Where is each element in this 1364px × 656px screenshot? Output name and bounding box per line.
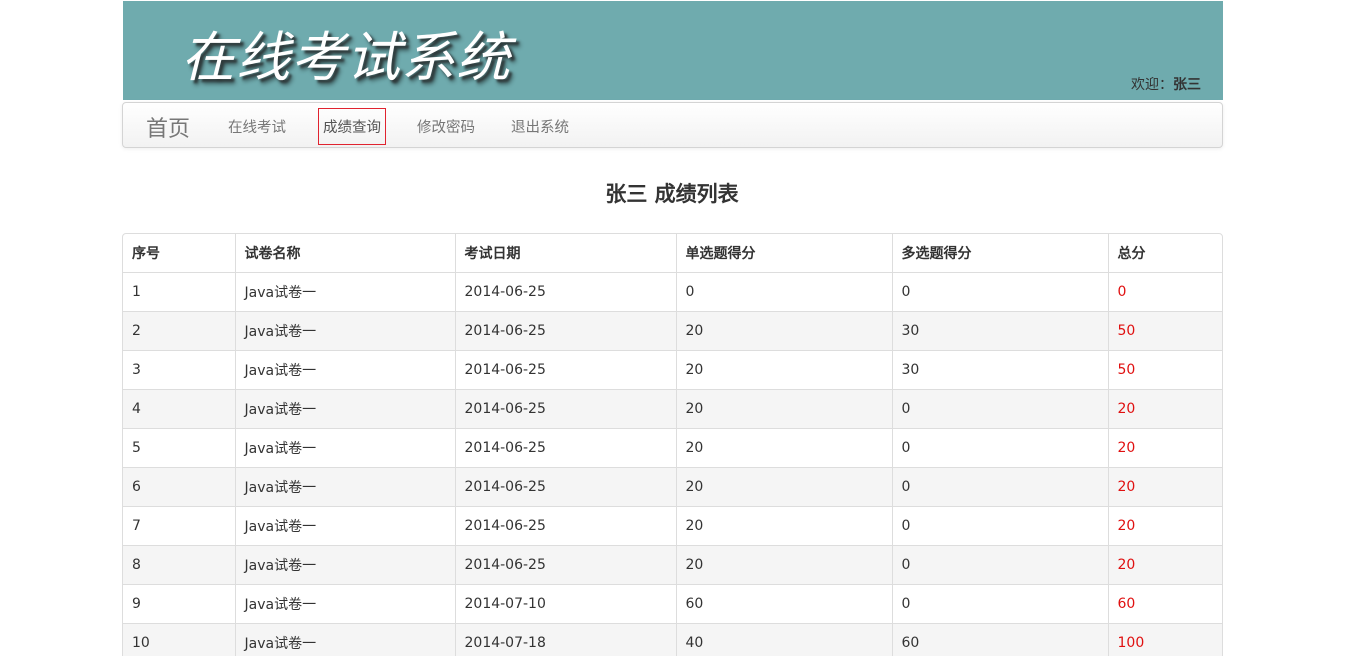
page-title: 张三 成绩列表 bbox=[605, 182, 739, 206]
col-exam-date-cell: 2014-06-25 bbox=[454, 545, 676, 585]
col-single-choice-score-cell: 20 bbox=[675, 350, 892, 390]
col-multi-choice-score-cell: 30 bbox=[891, 350, 1108, 390]
col-total-score-cell: 20 bbox=[1107, 389, 1222, 429]
col-single-choice-score-cell: 20 bbox=[675, 545, 892, 585]
app-title: 在线考试系统 bbox=[181, 26, 511, 89]
col-index-cell: 9 bbox=[123, 584, 235, 624]
col-exam-date-cell: 2014-06-25 bbox=[454, 428, 676, 468]
col-paper-name-cell: Java试卷一 bbox=[234, 467, 455, 507]
col-multi-choice-score-cell: 0 bbox=[891, 467, 1108, 507]
col-multi-choice-score-cell: 0 bbox=[891, 428, 1108, 468]
nav-change-password[interactable]: 修改密码 bbox=[417, 116, 475, 137]
navbar: 首页 在线考试 成绩查询 修改密码 退出系统 bbox=[122, 102, 1223, 148]
col-total-score-cell: 100 bbox=[1107, 623, 1222, 656]
col-paper-name-cell: Java试卷一 bbox=[234, 506, 455, 546]
table-header-row: 序号 试卷名称 考试日期 单选题得分 多选题得分 总分 bbox=[123, 234, 1222, 273]
col-index-cell: 7 bbox=[123, 506, 235, 546]
col-single-choice-score-cell: 20 bbox=[675, 467, 892, 507]
col-paper-name-cell: Java试卷一 bbox=[234, 272, 455, 312]
col-paper-name-header: 试卷名称 bbox=[234, 234, 455, 273]
col-single-choice-score-cell: 20 bbox=[675, 311, 892, 351]
table-body: 1 Java试卷一 2014-06-25 0 0 0 2 Java试卷一 2014-06-25 2… bbox=[123, 272, 1222, 656]
col-index-header: 序号 bbox=[132, 246, 160, 262]
col-multi-choice-score-cell: 0 bbox=[891, 389, 1108, 429]
col-exam-date-cell: 2014-06-25 bbox=[454, 389, 676, 429]
col-multi-choice-score-cell: 0 bbox=[891, 506, 1108, 546]
col-paper-name-cell: Java试卷一 bbox=[234, 389, 455, 429]
table-row: 8 Java试卷一 2014-06-25 20 0 20 bbox=[123, 545, 1222, 585]
col-exam-date-header: 考试日期 bbox=[454, 234, 676, 273]
page: 在线考试系统 欢迎：张三 首页 在线考试 成绩查询 修改密码 退出系统 张三 成… bbox=[0, 0, 1364, 656]
col-single-choice-score-cell: 0 bbox=[675, 272, 892, 312]
col-paper-name-cell: Java试卷一 bbox=[234, 311, 455, 351]
col-single-choice-score-cell: 60 bbox=[675, 584, 892, 624]
table-row: 9 Java试卷一 2014-07-10 60 0 60 bbox=[123, 584, 1222, 624]
col-multi-choice-score-cell: 0 bbox=[891, 584, 1108, 624]
col-single-choice-score-header: 单选题得分 bbox=[675, 234, 892, 273]
col-exam-date-cell: 2014-06-25 bbox=[454, 506, 676, 546]
col-total-score-cell: 20 bbox=[1107, 545, 1222, 585]
header-banner: 在线考试系统 欢迎：张三 bbox=[123, 1, 1223, 100]
col-exam-date-cell: 2014-07-18 bbox=[454, 623, 676, 656]
col-total-score-cell: 20 bbox=[1107, 506, 1222, 546]
table-row: 5 Java试卷一 2014-06-25 20 0 20 bbox=[123, 428, 1222, 468]
table-row: 2 Java试卷一 2014-06-25 20 30 50 bbox=[123, 311, 1222, 351]
col-multi-choice-score-cell: 0 bbox=[891, 272, 1108, 312]
col-total-score-cell: 0 bbox=[1107, 272, 1222, 312]
col-exam-date-cell: 2014-07-10 bbox=[454, 584, 676, 624]
col-index-cell: 6 bbox=[123, 467, 235, 507]
col-paper-name-cell: Java试卷一 bbox=[234, 545, 455, 585]
col-index-cell: 3 bbox=[123, 350, 235, 390]
col-index-cell: 8 bbox=[123, 545, 235, 585]
col-index-cell: 10 bbox=[123, 623, 235, 656]
col-paper-name-cell: Java试卷一 bbox=[234, 623, 455, 656]
table-row: 3 Java试卷一 2014-06-25 20 30 50 bbox=[123, 350, 1222, 390]
col-multi-choice-score-cell: 60 bbox=[891, 623, 1108, 656]
col-exam-date-cell: 2014-06-25 bbox=[454, 311, 676, 351]
col-total-score-cell: 20 bbox=[1107, 467, 1222, 507]
col-total-score-cell: 20 bbox=[1107, 428, 1222, 468]
table-row: 1 Java试卷一 2014-06-25 0 0 0 bbox=[123, 272, 1222, 312]
welcome-text: 欢迎：张三 bbox=[1131, 74, 1201, 94]
col-multi-choice-score-header: 多选题得分 bbox=[891, 234, 1108, 273]
nav-online-exam[interactable]: 在线考试 bbox=[228, 116, 286, 137]
score-table: 序号 试卷名称 考试日期 单选题得分 多选题得分 总分 1 Java试卷一 2014-06-2… bbox=[123, 234, 1222, 656]
nav-logout[interactable]: 退出系统 bbox=[511, 116, 569, 137]
col-total-score-header: 总分 bbox=[1107, 234, 1222, 273]
col-multi-choice-score-cell: 30 bbox=[891, 311, 1108, 351]
col-exam-date-cell: 2014-06-25 bbox=[454, 272, 676, 312]
table-row: 6 Java试卷一 2014-06-25 20 0 20 bbox=[123, 467, 1222, 507]
col-total-score-cell: 50 bbox=[1107, 311, 1222, 351]
col-total-score-cell: 50 bbox=[1107, 350, 1222, 390]
col-index-cell: 5 bbox=[123, 428, 235, 468]
col-single-choice-score-cell: 20 bbox=[675, 506, 892, 546]
user-name: 张三 bbox=[1173, 77, 1201, 93]
col-total-score-cell: 60 bbox=[1107, 584, 1222, 624]
welcome-label: 欢迎： bbox=[1131, 77, 1173, 93]
score-table-container: 序号 试卷名称 考试日期 单选题得分 多选题得分 总分 1 Java试卷一 2014-06-2… bbox=[122, 233, 1223, 656]
nav-home-link[interactable]: 首页 bbox=[146, 111, 190, 143]
col-exam-date-cell: 2014-06-25 bbox=[454, 467, 676, 507]
col-exam-date-cell: 2014-06-25 bbox=[454, 350, 676, 390]
table-row: 4 Java试卷一 2014-06-25 20 0 20 bbox=[123, 389, 1222, 429]
col-paper-name-cell: Java试卷一 bbox=[234, 428, 455, 468]
col-index-cell: 2 bbox=[123, 311, 235, 351]
col-single-choice-score-cell: 20 bbox=[675, 389, 892, 429]
col-single-choice-score-cell: 40 bbox=[675, 623, 892, 656]
nav-score-query[interactable]: 成绩查询 bbox=[318, 108, 386, 145]
col-multi-choice-score-cell: 0 bbox=[891, 545, 1108, 585]
col-single-choice-score-cell: 20 bbox=[675, 428, 892, 468]
table-row: 7 Java试卷一 2014-06-25 20 0 20 bbox=[123, 506, 1222, 546]
col-index-cell: 1 bbox=[123, 272, 235, 312]
col-paper-name-cell: Java试卷一 bbox=[234, 584, 455, 624]
table-row: 10 Java试卷一 2014-07-18 40 60 100 bbox=[123, 623, 1222, 656]
col-paper-name-cell: Java试卷一 bbox=[234, 350, 455, 390]
col-index-cell: 4 bbox=[123, 389, 235, 429]
